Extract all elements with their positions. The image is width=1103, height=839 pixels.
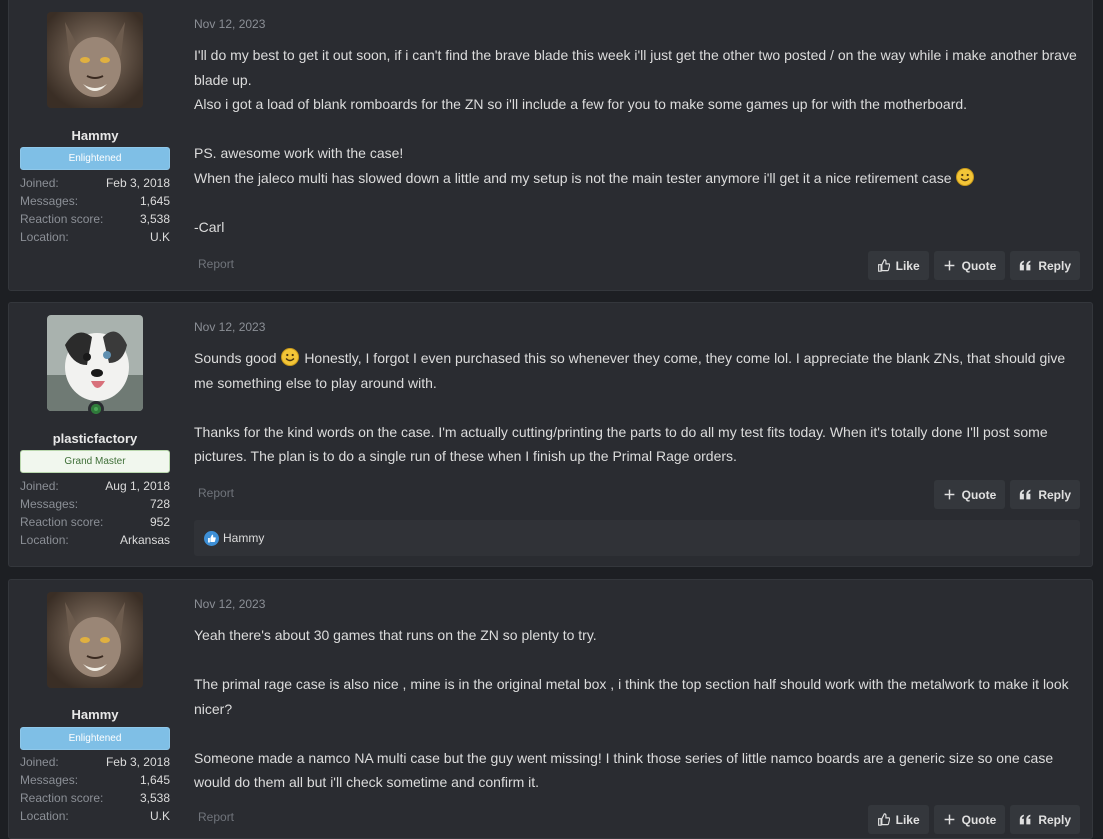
- post-text: Thanks for the kind words on the case. I…: [194, 423, 1048, 465]
- quote-button[interactable]: Quote: [933, 251, 1006, 280]
- plus-icon: [944, 260, 955, 271]
- post-date[interactable]: Nov 12, 2023: [194, 17, 265, 31]
- plus-icon: [944, 489, 955, 500]
- post-date[interactable]: Nov 12, 2023: [194, 320, 265, 334]
- post-3: Hammy Enlightened Joined: Feb 3, 2018 Mes…: [8, 579, 1093, 839]
- werewolf-avatar-icon: [47, 12, 143, 108]
- smile-emoji-icon: [956, 167, 975, 186]
- reply-button[interactable]: Reply: [1010, 480, 1080, 509]
- post-userbox: plasticfactory Grand Master Joined: Aug 1…: [9, 303, 181, 566]
- post-userbox: Hammy Enlightened Joined: Feb 3, 2018 Mes…: [9, 0, 181, 290]
- like-button[interactable]: Like: [867, 251, 929, 280]
- post-main: Nov 12, 2023 Sounds good Honestly, I for…: [194, 303, 1080, 566]
- quote-marks-icon: [1020, 489, 1031, 500]
- quote-button[interactable]: Quote: [933, 480, 1006, 509]
- user-stats: Joined: Feb 3, 2018 Messages: 1,645 Reacti…: [20, 174, 170, 246]
- post-userbox: Hammy Enlightened Joined: Feb 3, 2018 Mes…: [9, 580, 181, 838]
- post-body: Sounds good Honestly, I forgot I even pu…: [194, 346, 1080, 469]
- avatar-hammy[interactable]: [47, 592, 143, 688]
- post-text: PS. awesome work with the case!: [194, 145, 404, 161]
- user-stats: Joined: Aug 1, 2018 Messages: 728 Reaction…: [20, 477, 170, 549]
- quote-marks-icon: [1020, 814, 1031, 825]
- post-body: Yeah there's about 30 games that runs on…: [194, 623, 1080, 795]
- avatar-hammy[interactable]: [47, 12, 143, 108]
- dog-avatar-icon: [47, 315, 143, 411]
- like-button[interactable]: Like: [867, 805, 929, 834]
- post-main: Nov 12, 2023 I'll do my best to get it o…: [194, 0, 1080, 290]
- thumbs-up-icon: [877, 813, 890, 826]
- plus-icon: [944, 814, 955, 825]
- post-text: I'll do my best to get it out soon, if i…: [194, 47, 1077, 88]
- report-link[interactable]: Report: [198, 257, 234, 271]
- user-banner: Grand Master: [20, 450, 170, 473]
- post-2: plasticfactory Grand Master Joined: Aug 1…: [8, 302, 1093, 567]
- like-reaction-icon: [204, 530, 219, 546]
- post-actions: Like Quote Reply: [867, 251, 1080, 280]
- smile-emoji-icon: [281, 348, 300, 366]
- stat-joined: Joined: Feb 3, 2018: [20, 755, 170, 769]
- post-text: Someone made a namco NA multi case but t…: [194, 749, 1054, 791]
- user-banner: Enlightened: [20, 727, 170, 750]
- post-text: When the jaleco multi has slowed down a …: [194, 166, 1080, 191]
- stat-reaction-score: Reaction score: 3,538: [20, 791, 170, 805]
- reactions-bar[interactable]: Hammy: [194, 520, 1080, 556]
- reaction-user[interactable]: Hammy: [223, 531, 264, 545]
- stat-location: Location: U.K: [20, 809, 170, 823]
- post-body: I'll do my best to get it out soon, if i…: [194, 43, 1080, 239]
- avatar-plasticfactory[interactable]: [47, 315, 143, 411]
- stat-reaction-score: Reaction score: 3,538: [20, 212, 170, 226]
- post-text: Also i got a load of blank romboards for…: [194, 96, 968, 112]
- thumbs-up-icon: [877, 259, 890, 272]
- post-text: -Carl: [194, 218, 225, 235]
- stat-reaction-score: Reaction score: 952: [20, 515, 170, 529]
- stat-messages: Messages: 1,645: [20, 773, 170, 787]
- post-date[interactable]: Nov 12, 2023: [194, 597, 265, 611]
- username[interactable]: Hammy: [9, 707, 181, 722]
- post-1: Hammy Enlightened Joined: Feb 3, 2018 Mes…: [8, 0, 1093, 291]
- post-text: Sounds good Honestly, I forgot I even pu…: [194, 348, 1066, 391]
- stat-location: Location: U.K: [20, 230, 170, 244]
- post-main: Nov 12, 2023 Yeah there's about 30 games…: [194, 580, 1080, 838]
- reply-button[interactable]: Reply: [1010, 805, 1080, 834]
- post-text: Yeah there's about 30 games that runs on…: [194, 627, 597, 643]
- post-text: The primal rage case is also nice , mine…: [194, 676, 1069, 717]
- report-link[interactable]: Report: [198, 810, 234, 824]
- report-link[interactable]: Report: [198, 486, 234, 500]
- quote-marks-icon: [1020, 260, 1031, 271]
- stat-messages: Messages: 1,645: [20, 194, 170, 208]
- stat-joined: Joined: Aug 1, 2018: [20, 479, 170, 493]
- werewolf-avatar-icon: [47, 592, 143, 688]
- online-status-icon: [88, 401, 104, 417]
- stat-joined: Joined: Feb 3, 2018: [20, 176, 170, 190]
- quote-button[interactable]: Quote: [933, 805, 1006, 834]
- username[interactable]: plasticfactory: [9, 431, 181, 446]
- post-actions: Like Quote Reply: [867, 805, 1080, 834]
- reply-button[interactable]: Reply: [1010, 251, 1080, 280]
- user-banner: Enlightened: [20, 147, 170, 170]
- stat-messages: Messages: 728: [20, 497, 170, 511]
- user-stats: Joined: Feb 3, 2018 Messages: 1,645 Reacti…: [20, 753, 170, 825]
- post-actions: Quote Reply: [933, 480, 1080, 509]
- username[interactable]: Hammy: [9, 128, 181, 143]
- stat-location: Location: Arkansas: [20, 533, 170, 547]
